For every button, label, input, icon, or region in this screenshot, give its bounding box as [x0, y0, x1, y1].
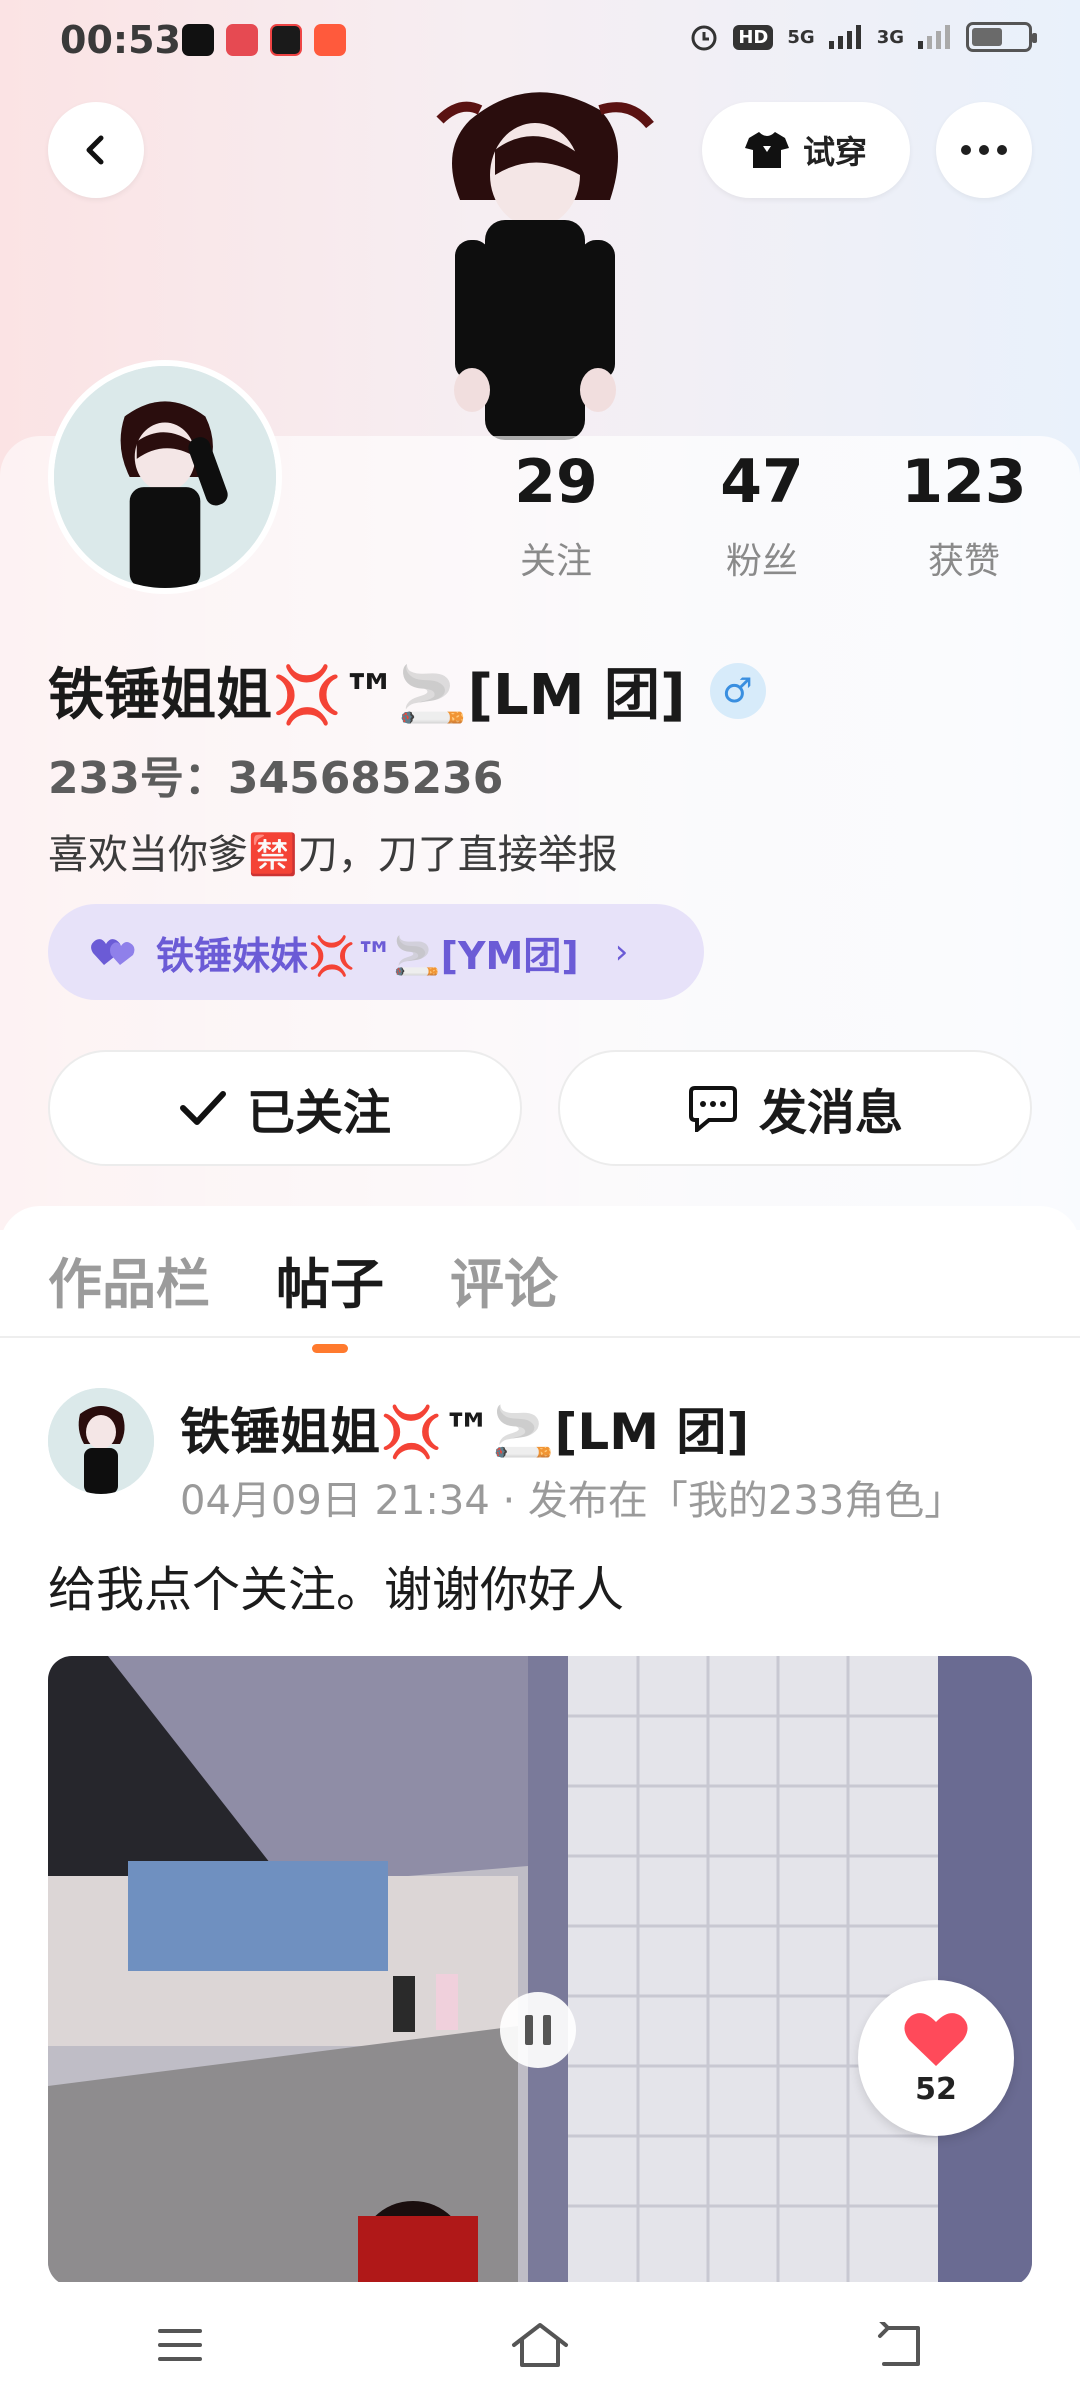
status-indicators: HD 5G 3G — [689, 22, 1037, 52]
profile-name-row: 铁锤姐姐💢™🚬[LM 团] ♂ — [48, 650, 766, 731]
like-button[interactable]: 52 — [858, 1980, 1014, 2136]
tab-posts-label: 帖子 — [276, 1253, 384, 1316]
active-tab-indicator — [312, 1344, 348, 1353]
like-count: 52 — [915, 2071, 957, 2107]
pause-button[interactable] — [500, 1992, 576, 2068]
chevron-left-icon — [86, 135, 104, 165]
pause-bar — [525, 2015, 533, 2045]
stat-following[interactable]: 29 关注 — [466, 452, 646, 584]
followed-button[interactable]: 已关注 — [48, 1050, 522, 1166]
battery-icon — [966, 22, 1037, 52]
home-button[interactable] — [480, 2305, 600, 2385]
followed-label: 已关注 — [246, 1085, 391, 1141]
content-section: 作品栏 帖子 评论 铁锤姐姐💢™🚬[LM 团] 04月09日 21:34 · 发… — [0, 1206, 1080, 2286]
profile-bio: 喜欢当你爹🈲刀，刀了直接举报 — [48, 832, 618, 878]
capcut-icon — [182, 24, 214, 56]
more-dot — [979, 145, 989, 155]
more-dot — [961, 145, 971, 155]
cp-relationship-pill[interactable]: 铁锤妹妹💢™🚬[YM团] › — [48, 904, 704, 1000]
hd-label: HD — [733, 24, 774, 50]
back-button[interactable] — [48, 102, 144, 198]
likes-count: 123 — [901, 447, 1027, 517]
profile-avatar[interactable] — [48, 360, 282, 594]
tshirt-icon — [744, 132, 789, 168]
profile-tabs: 作品栏 帖子 评论 — [48, 1240, 558, 1353]
post-author-avatar[interactable] — [48, 1388, 154, 1494]
pause-bar — [543, 2015, 551, 2045]
message-label: 发消息 — [758, 1085, 903, 1141]
heart-icon — [904, 2012, 968, 2066]
status-time: 00:53 — [60, 18, 181, 62]
message-button[interactable]: 发消息 — [558, 1050, 1032, 1166]
tab-comments[interactable]: 评论 — [450, 1240, 558, 1319]
home-icon — [512, 2323, 568, 2367]
status-bar: 00:53 HD 5G 3G — [0, 0, 1080, 84]
chevron-right-icon: › — [614, 932, 629, 972]
post-author-name[interactable]: 铁锤姐姐💢™🚬[LM 团] — [180, 1392, 749, 1464]
avatar-character-illustration — [436, 92, 654, 440]
followers-label: 粉丝 — [725, 541, 798, 582]
recent-apps-button[interactable] — [120, 2305, 240, 2385]
network-5g: 5G — [787, 26, 815, 48]
profile-name: 铁锤姐姐💢™🚬[LM 团] — [48, 663, 686, 728]
signal-icon — [828, 25, 861, 49]
tabs-divider — [0, 1336, 1080, 1338]
more-options-button[interactable] — [936, 102, 1032, 198]
back-arrow-icon — [878, 2322, 920, 2366]
try-on-label: 试穿 — [802, 133, 867, 171]
system-navigation-bar — [0, 2282, 1080, 2408]
try-on-button[interactable]: 试穿 — [702, 102, 910, 198]
app-icon-red — [226, 24, 258, 56]
following-label: 关注 — [519, 541, 592, 582]
stat-likes[interactable]: 123 获赞 — [874, 452, 1054, 584]
post-meta: 04月09日 21:34 · 发布在「我的233角色」 — [180, 1478, 965, 1524]
tab-works[interactable]: 作品栏 — [48, 1240, 210, 1319]
post-video[interactable]: 52 — [48, 1656, 1032, 2286]
back-nav-button[interactable] — [840, 2305, 960, 2385]
more-dot — [997, 145, 1007, 155]
alarm-icon — [691, 25, 717, 51]
post-text: 给我点个关注。谢谢你好人 — [48, 1562, 625, 1618]
followers-count: 47 — [720, 447, 804, 517]
chat-bubble-icon — [688, 1086, 737, 1132]
profile-avatar-image — [54, 366, 276, 588]
cp-name: 铁锤妹妹💢™🚬[YM团] — [156, 933, 579, 978]
profile-id: 233号：345685236 — [48, 753, 504, 804]
tab-posts[interactable]: 帖子 — [276, 1240, 384, 1353]
video-frame — [48, 1656, 1032, 2286]
stat-followers[interactable]: 47 粉丝 — [672, 452, 852, 584]
app-icon-orange — [314, 24, 346, 56]
status-app-icons — [182, 24, 346, 56]
check-icon — [179, 1091, 226, 1125]
app-icon-black — [270, 24, 302, 56]
likes-label: 获赞 — [927, 541, 1000, 582]
menu-icon — [158, 2329, 202, 2361]
double-heart-icon — [91, 939, 135, 965]
network-3g: 3G — [876, 26, 904, 48]
male-icon: ♂ — [709, 662, 766, 719]
signal-icon-2 — [918, 25, 950, 49]
following-count: 29 — [514, 447, 598, 517]
